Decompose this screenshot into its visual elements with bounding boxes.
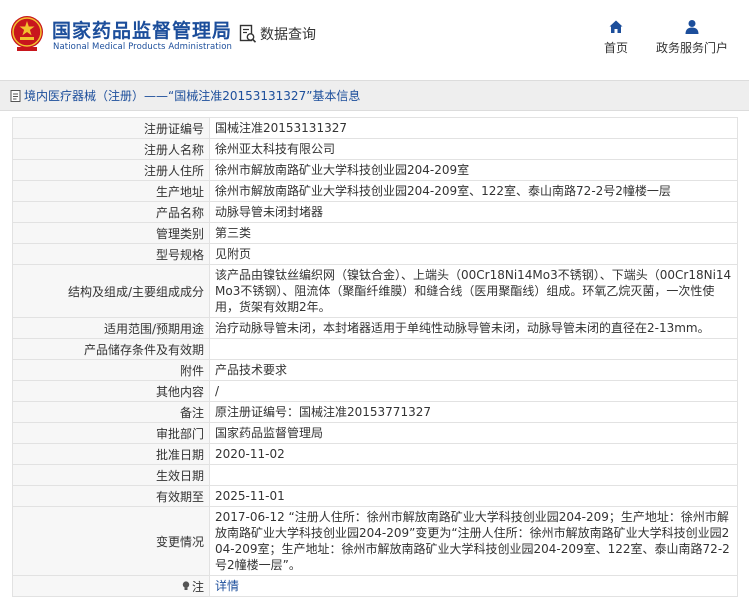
registration-info-table: 注册证编号 国械注准20153131327 注册人名称 徐州亚太科技有限公司 注册人… (12, 117, 738, 597)
table-row: 产品储存条件及有效期 (12, 338, 738, 360)
field-label: 产品名称 (12, 201, 210, 223)
field-label: 型号规格 (12, 243, 210, 265)
table-row: 审批部门 国家药品监督管理局 (12, 422, 738, 444)
field-value (209, 464, 738, 486)
data-query-link[interactable]: 数据查询 (239, 24, 316, 44)
table-row: 型号规格 见附页 (12, 243, 738, 265)
field-value: 产品技术要求 (209, 359, 738, 381)
table-row: 变更情况 2017-06-12 “注册人住所：徐州市解放南路矿业大学科技创业园20… (12, 506, 738, 576)
home-icon (609, 20, 623, 33)
table-row: 附件 产品技术要求 (12, 359, 738, 381)
note-label: 注 (182, 578, 204, 595)
field-value: 该产品由镍钛丝编织网（镍钛合金）、上端头（00Cr18Ni14Mo3不锈钢）、下… (209, 264, 738, 318)
field-label: 其他内容 (12, 380, 210, 402)
table-row: 结构及组成/主要组成成分 该产品由镍钛丝编织网（镍钛合金）、上端头（00Cr18N… (12, 264, 738, 318)
field-value: / (209, 380, 738, 402)
field-label: 有效期至 (12, 485, 210, 507)
site-title: 国家药品监督管理局 (52, 20, 233, 42)
table-row: 批准日期 2020-11-02 (12, 443, 738, 465)
field-value: 国械注准20153131327 (209, 117, 738, 139)
table-row: 其他内容 / (12, 380, 738, 402)
document-icon (10, 89, 21, 102)
field-label: 注册人住所 (12, 159, 210, 181)
nav-home[interactable]: 首页 (600, 19, 632, 56)
field-value: 原注册证编号：国械注准20153771327 (209, 401, 738, 423)
field-label: 生产地址 (12, 180, 210, 202)
field-value: 动脉导管未闭封堵器 (209, 201, 738, 223)
field-value: 第三类 (209, 222, 738, 244)
field-label: 注册证编号 (12, 117, 210, 139)
field-label: 审批部门 (12, 422, 210, 444)
field-label: 适用范围/预期用途 (12, 317, 210, 339)
field-value: 徐州市解放南路矿业大学科技创业园204-209室 (209, 159, 738, 181)
field-value: 详情 (209, 575, 738, 597)
field-label: 产品储存条件及有效期 (12, 338, 210, 360)
field-label: 结构及组成/主要组成成分 (12, 264, 210, 318)
table-row: 注册人名称 徐州亚太科技有限公司 (12, 138, 738, 160)
site-title-english: National Medical Products Administration (53, 42, 232, 52)
field-value: 见附页 (209, 243, 738, 265)
breadcrumb: 境内医疗器械（注册）——“国械注准20153131327”基本信息 (0, 80, 749, 111)
field-label: 备注 (12, 401, 210, 423)
field-value: 徐州亚太科技有限公司 (209, 138, 738, 160)
table-row: 注册人住所 徐州市解放南路矿业大学科技创业园204-209室 (12, 159, 738, 181)
user-icon (685, 20, 699, 34)
table-row: 备注 原注册证编号：国械注准20153771327 (12, 401, 738, 423)
note-label-text: 注 (191, 579, 204, 594)
national-emblem-icon (11, 16, 43, 51)
field-label: 注册人名称 (12, 138, 210, 160)
field-value: 徐州市解放南路矿业大学科技创业园204-209室、122室、泰山南路72-2号2… (209, 180, 738, 202)
table-row: 适用范围/预期用途 治疗动脉导管未闭，本封堵器适用于单纯性动脉导管未闭，动脉导管未… (12, 317, 738, 339)
details-link[interactable]: 详情 (215, 579, 239, 593)
table-row: 注册证编号 国械注准20153131327 (12, 117, 738, 139)
nav-government-services[interactable]: 政务服务门户 (651, 19, 733, 56)
field-label: 注 (12, 575, 210, 597)
breadcrumb-text[interactable]: 境内医疗器械（注册）——“国械注准20153131327”基本信息 (24, 87, 360, 104)
table-row: 生产地址 徐州市解放南路矿业大学科技创业园204-209室、122室、泰山南路72… (12, 180, 738, 202)
field-label: 管理类别 (12, 222, 210, 244)
site-header: 国家药品监督管理局 National Medical Products Admi… (0, 0, 749, 72)
table-row: 生效日期 (12, 464, 738, 486)
field-value: 2020-11-02 (209, 443, 738, 465)
table-row: 有效期至 2025-11-01 (12, 485, 738, 507)
field-value (209, 338, 738, 360)
lightbulb-icon (182, 581, 190, 590)
nav-government-services-label: 政务服务门户 (655, 41, 728, 55)
field-label: 变更情况 (12, 506, 210, 576)
field-label: 批准日期 (12, 443, 210, 465)
nav-home-label: 首页 (603, 41, 628, 55)
field-label: 生效日期 (12, 464, 210, 486)
field-label: 附件 (12, 359, 210, 381)
table-row: 注 详情 (12, 575, 738, 597)
table-row: 产品名称 动脉导管未闭封堵器 (12, 201, 738, 223)
table-row: 管理类别 第三类 (12, 222, 738, 244)
field-value: 2025-11-01 (209, 485, 738, 507)
field-value: 2017-06-12 “注册人住所：徐州市解放南路矿业大学科技创业园204-20… (209, 506, 738, 576)
field-value: 国家药品监督管理局 (209, 422, 738, 444)
field-value: 治疗动脉导管未闭，本封堵器适用于单纯性动脉导管未闭，动脉导管未闭的直径在2-13… (209, 317, 738, 339)
data-query-label: 数据查询 (260, 27, 316, 43)
document-search-icon (239, 24, 257, 43)
